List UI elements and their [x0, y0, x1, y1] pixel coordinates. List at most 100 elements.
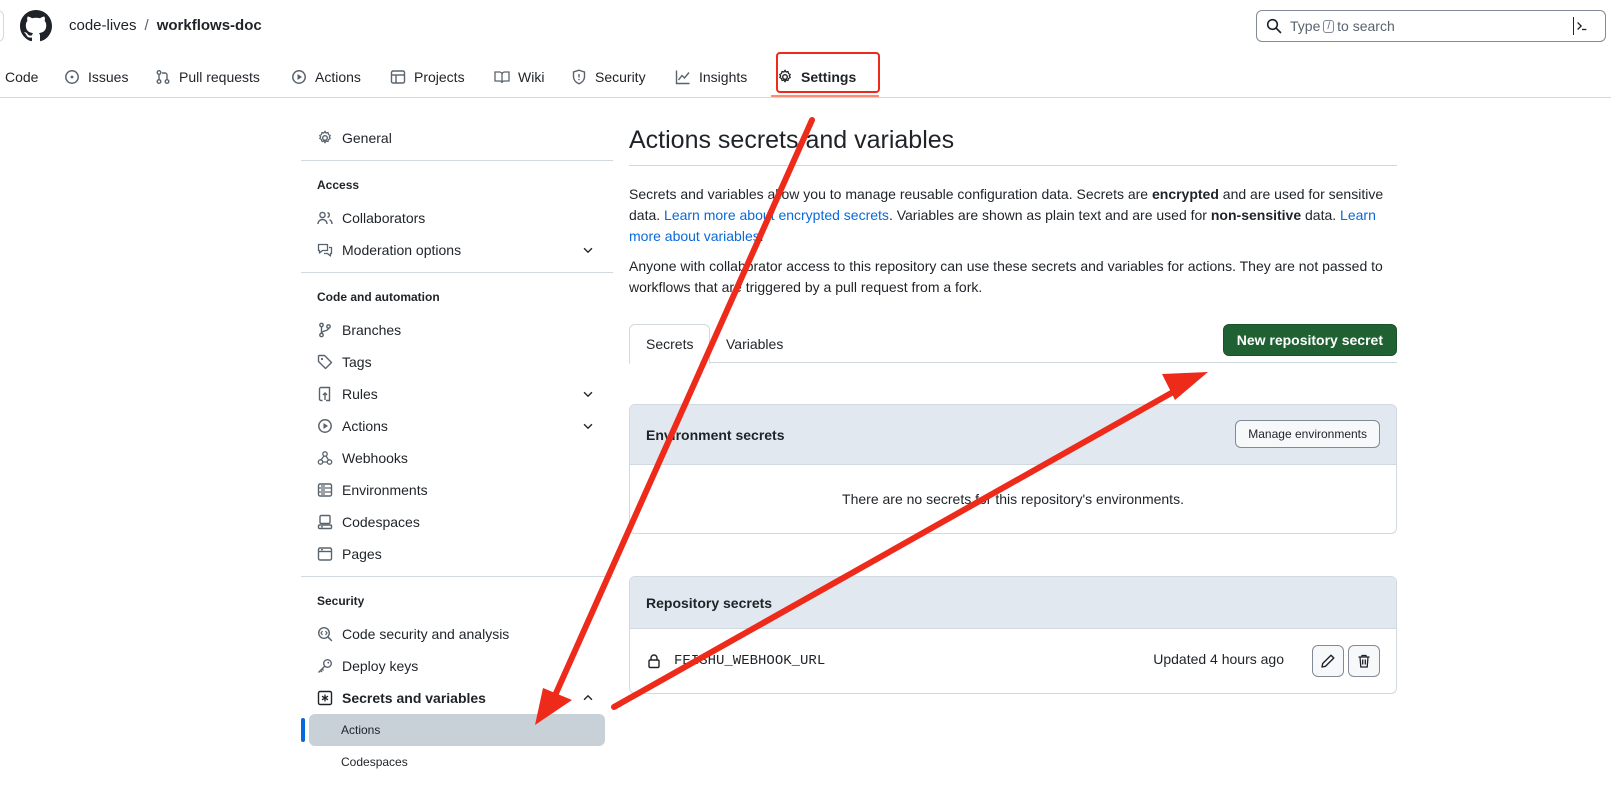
book-icon [494, 71, 510, 84]
tab-actions[interactable]: Actions [291, 56, 361, 98]
sidebar-item-codespaces[interactable]: Codespaces [317, 506, 595, 538]
tab-secrets-label: Secrets [646, 336, 694, 352]
repository-secrets-box: Repository secrets FEISHU_WEBHOOK_URL Up… [629, 576, 1397, 694]
page-title: Actions secrets and variables [629, 126, 955, 154]
secret-name: FEISHU_WEBHOOK_URL [674, 653, 826, 669]
sidebar-item-tags[interactable]: Tags [317, 346, 595, 378]
sidebar-divider [301, 576, 613, 577]
sidebar-item-label: Secrets and variables [342, 690, 486, 706]
intro-text: . [759, 228, 764, 244]
tab-actions-label: Actions [315, 69, 361, 85]
environment-secrets-empty: There are no secrets for this repository… [842, 491, 1184, 507]
new-repository-secret-button[interactable]: New repository secret [1222, 324, 1397, 356]
sidebar-item-collaborators[interactable]: Collaborators [317, 202, 595, 234]
tab-security[interactable]: Security [571, 56, 646, 98]
sidebar-item-code-security[interactable]: Code security and analysis [317, 618, 595, 650]
codescan-icon [317, 626, 333, 642]
tab-pull-requests[interactable]: Pull requests [155, 56, 260, 98]
sidebar-item-branches[interactable]: Branches [317, 314, 595, 346]
app-header: code-lives / workflows-doc Type / to sea… [0, 0, 1611, 52]
tag-icon [317, 354, 333, 370]
secret-row: FEISHU_WEBHOOK_URL Updated 4 hours ago [630, 629, 1396, 693]
intro-bold: non-sensitive [1210, 207, 1302, 223]
title-divider [629, 165, 1397, 166]
sidebar-item-webhooks[interactable]: Webhooks [317, 442, 595, 474]
environment-secrets-header: Environment secrets Manage environments [630, 405, 1396, 465]
trash-icon [1358, 654, 1370, 668]
command-palette-icon[interactable] [1573, 17, 1597, 35]
intro-paragraph: Secrets and variables allow you to manag… [629, 184, 1397, 247]
delete-secret-button[interactable] [1348, 645, 1380, 677]
search-icon [1266, 18, 1282, 34]
sidebar-item-general[interactable]: General [317, 122, 595, 154]
sidebar-item-environments[interactable]: Environments [317, 474, 595, 506]
sidebar-divider [301, 160, 613, 161]
gear-icon [319, 130, 331, 144]
manage-environments-button[interactable]: Manage environments [1235, 420, 1380, 448]
sidebar-item-label: General [342, 130, 392, 146]
search-placeholder-pre: Type [1290, 18, 1321, 34]
tab-variables[interactable]: Variables [710, 324, 799, 363]
sidebar-heading-security: Security [317, 594, 365, 608]
sidebar-item-label: Pages [342, 546, 382, 562]
tab-issues[interactable]: Issues [64, 56, 128, 98]
sidebar-item-label: Webhooks [342, 450, 408, 466]
intro-text: . Variables are shown as plain text and … [888, 207, 1211, 223]
tab-security-label: Security [595, 69, 646, 85]
edit-secret-button[interactable] [1312, 645, 1344, 677]
sidebar-item-deploy-keys[interactable]: Deploy keys [317, 650, 595, 682]
sidebar-item-secrets-variables[interactable]: Secrets and variables [317, 682, 595, 714]
settings-sidebar: General Access Collaborators Moderation … [301, 98, 613, 789]
chevron-down-icon [583, 391, 593, 398]
repository-secrets-header: Repository secrets [630, 577, 1396, 629]
sidebar-item-label: Moderation options [342, 242, 462, 258]
sidebar-item-label: Environments [342, 482, 428, 498]
tab-projects[interactable]: Projects [390, 56, 465, 98]
intro-text: Secrets and variables allow you to manag… [629, 186, 1152, 202]
tab-pull-requests-label: Pull requests [179, 69, 260, 85]
search-input[interactable]: Type / to search [1256, 10, 1606, 42]
annotation-highlight-box [776, 52, 880, 93]
environment-secrets-title: Environment secrets [646, 426, 785, 443]
sidebar-item-actions[interactable]: Actions [317, 410, 595, 442]
intro-text: data. [1301, 207, 1341, 223]
sidebar-divider [301, 272, 613, 273]
sidebar-heading-code-automation: Code and automation [317, 290, 440, 304]
breadcrumb: code-lives / workflows-doc [69, 17, 262, 34]
tab-issues-label: Issues [88, 69, 129, 85]
issue-icon [65, 70, 79, 84]
tab-projects-label: Projects [414, 69, 465, 85]
browser-icon [317, 547, 333, 561]
tab-variables-label: Variables [726, 335, 784, 352]
tab-insights[interactable]: Insights [675, 56, 747, 98]
shield-icon [572, 69, 586, 85]
pencil-icon [1321, 654, 1335, 668]
sidebar-subitem-label: Codespaces [341, 755, 408, 769]
environment-secrets-box: Environment secrets Manage environments … [629, 404, 1397, 534]
tab-code[interactable]: Code [5, 56, 38, 98]
sidebar-item-pages[interactable]: Pages [317, 538, 595, 570]
breadcrumb-owner[interactable]: code-lives [69, 17, 137, 34]
github-logo-icon[interactable] [20, 10, 52, 42]
sidebar-subitem-actions[interactable]: Actions [309, 714, 605, 746]
menu-button-edge[interactable] [0, 10, 4, 42]
link-encrypted-secrets[interactable]: Learn more about encrypted secrets [664, 207, 889, 223]
active-tab-underline [771, 95, 879, 97]
sidebar-subitem-codespaces[interactable]: Codespaces [309, 746, 605, 778]
sidebar-item-rules[interactable]: Rules [317, 378, 595, 410]
server-icon [317, 483, 333, 497]
tab-secrets[interactable]: Secrets [629, 324, 711, 364]
tab-wiki[interactable]: Wiki [494, 56, 544, 98]
sidebar-item-label: Deploy keys [342, 658, 419, 674]
search-placeholder-post: to search [1337, 18, 1395, 34]
sidebar-heading-access: Access [317, 178, 360, 192]
active-item-indicator [301, 718, 305, 742]
chevron-up-icon [583, 694, 593, 701]
sidebar-item-label: Codespaces [342, 514, 420, 530]
breadcrumb-repo[interactable]: workflows-doc [157, 17, 262, 34]
tab-code-label: Code [5, 69, 39, 85]
graph-icon [675, 70, 690, 85]
sidebar-item-moderation-options[interactable]: Moderation options [317, 234, 595, 266]
access-paragraph: Anyone with collaborator access to this … [629, 258, 1383, 295]
chevron-down-icon [583, 423, 593, 430]
